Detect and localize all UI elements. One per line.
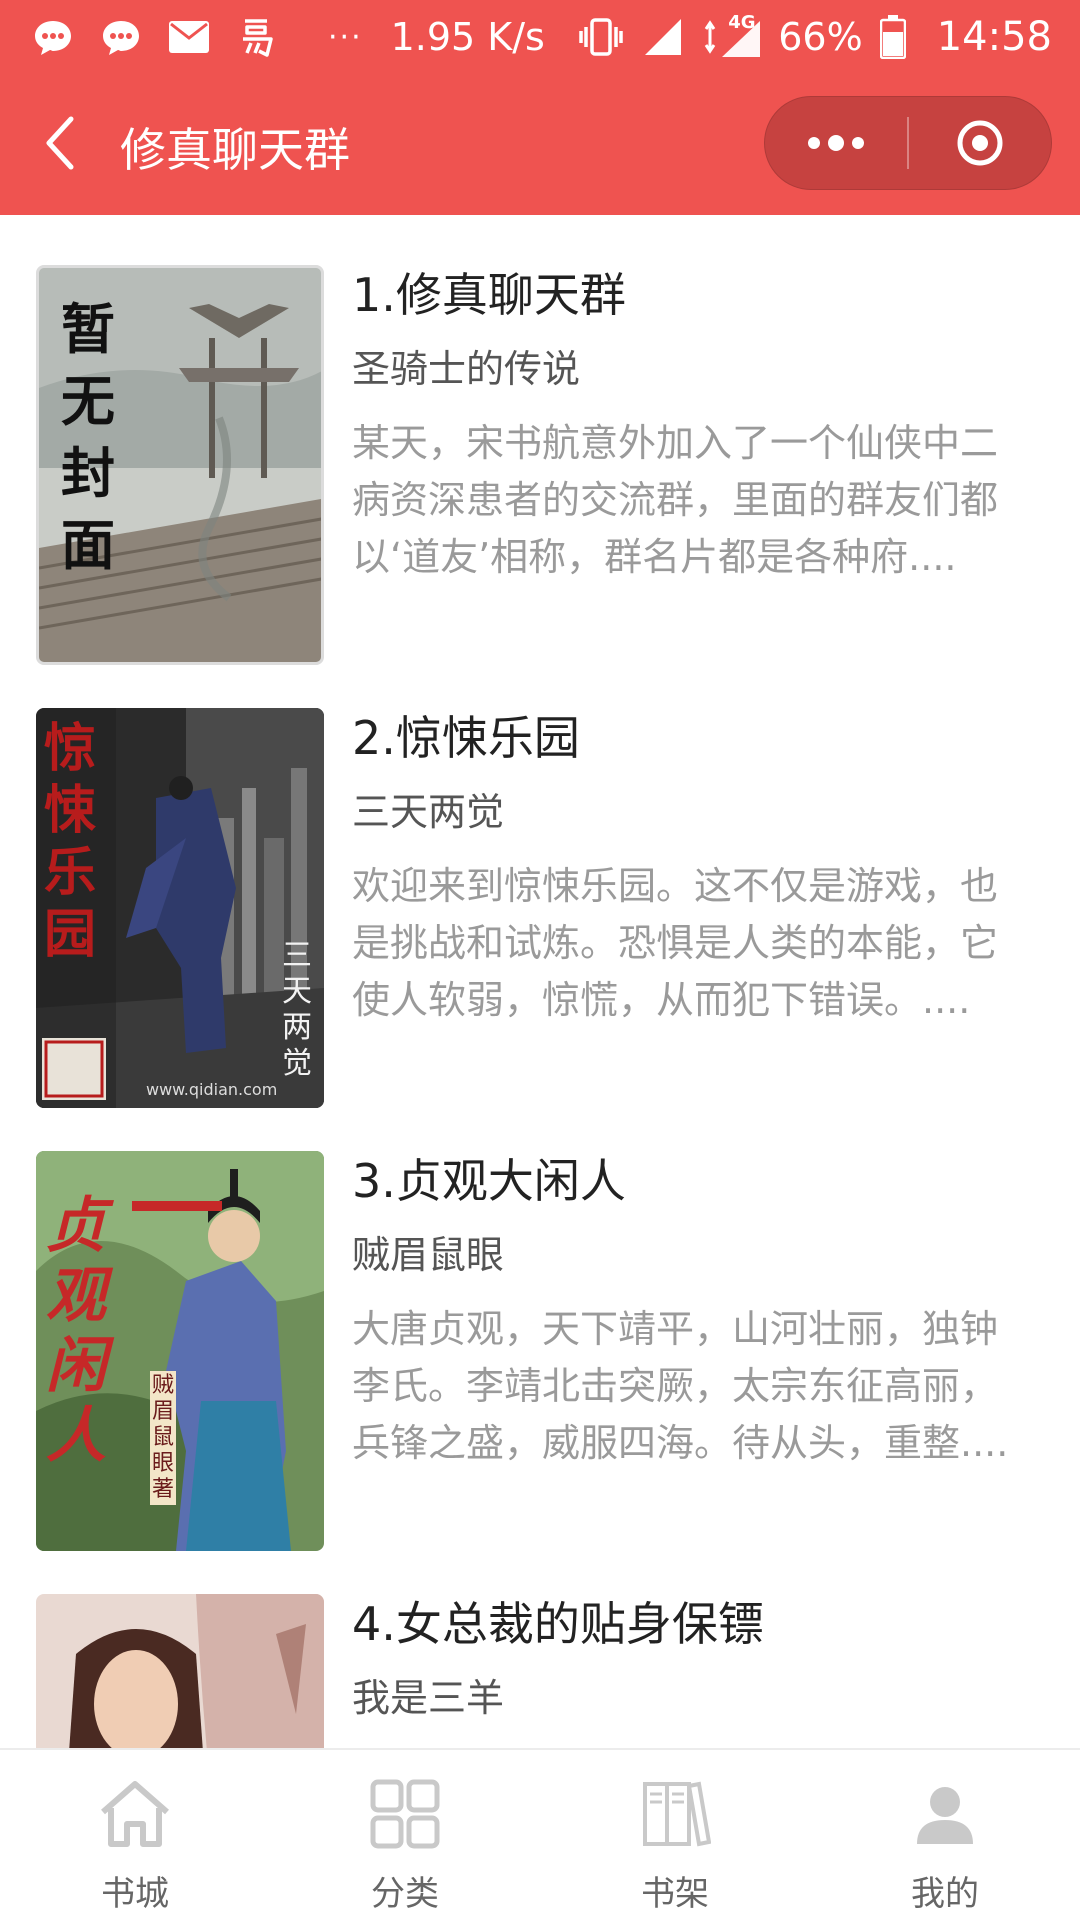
home-icon <box>97 1776 173 1852</box>
book-author: 贼眉鼠眼 <box>352 1233 505 1277</box>
network-type-signal-icon: 4G <box>702 12 762 60</box>
chevron-left-icon <box>46 116 74 170</box>
close-button[interactable] <box>909 96 1051 190</box>
mini-program-capsule <box>764 96 1052 190</box>
book-description: 大唐贞观，天下靖平，山河壮丽，独钟李氏。李靖北击突厥，太宗东征高丽，兵锋之盛，威… <box>352 1307 1009 1465</box>
nav-bar: 修真聊天群 <box>0 80 1080 215</box>
book-cover[interactable]: 贞观闲人 贼眉鼠眼著 <box>36 1151 324 1551</box>
network-type-label: 4G <box>728 12 756 33</box>
book-cover[interactable] <box>36 1594 324 1750</box>
book-author: 我是三羊 <box>352 1676 505 1720</box>
book-cover[interactable]: 暂无封面 <box>36 265 324 665</box>
chat-bubble-icon <box>30 14 76 60</box>
book-description: 欢迎来到惊悚乐园。这不仅是游戏，也是挑战和试炼。恐惧是人类的本能，它使人软弱，惊… <box>352 864 999 1022</box>
cover-title-text: 贞观闲人 <box>46 1191 106 1471</box>
book-info: 4.女总裁的贴身保镖 我是三羊 <box>352 1592 1032 1750</box>
battery-icon <box>879 14 907 60</box>
tab-category[interactable]: 分类 <box>270 1750 540 1920</box>
back-button[interactable] <box>30 108 90 178</box>
book-info: 3.贞观大闲人 贼眉鼠眼 大唐贞观，天下靖平，山河壮丽，独钟李氏。李靖北击突厥，… <box>352 1149 1032 1529</box>
chat-bubble-icon <box>98 14 144 60</box>
cover-author-text: 贼眉鼠眼著 <box>150 1371 176 1505</box>
header: ··· 1.95 K/s 4G 66% 14:58 修真聊天群 <box>0 0 1080 215</box>
user-icon <box>907 1776 983 1852</box>
cover-placeholder-text: 暂无封面 <box>61 298 115 577</box>
tab-label: 分类 <box>371 1874 439 1914</box>
book-list: 暂无封面 1.修真聊天群 圣骑士的传说 某天，宋书航意外加入了一个仙侠中二病资深… <box>0 215 1080 1750</box>
status-left: ··· 1.95 K/s <box>30 12 545 62</box>
book-author: 三天两觉 <box>352 790 505 834</box>
clock: 14:58 <box>936 14 1052 60</box>
tab-label: 我的 <box>911 1874 979 1914</box>
vibrate-icon <box>578 14 624 60</box>
app-icon <box>234 14 280 60</box>
cover-title-text: 惊悚乐园 <box>44 719 97 965</box>
more-dots-icon <box>808 135 864 151</box>
more-button[interactable] <box>765 96 907 190</box>
book-item[interactable]: 惊悚乐园 三天两觉 www.qidian.com 2.惊悚乐园 三天两觉 欢迎来… <box>0 658 1080 1108</box>
book-info: 1.修真聊天群 圣骑士的传说 某天，宋书航意外加入了一个仙侠中二病资深患者的交流… <box>352 263 1032 643</box>
book-item[interactable]: 贞观闲人 贼眉鼠眼著 3.贞观大闲人 贼眉鼠眼 大唐贞观，天下靖平，山河壮丽，独… <box>0 1101 1080 1551</box>
tab-label: 书城 <box>101 1874 169 1914</box>
tab-bookshelf[interactable]: 书架 <box>540 1750 810 1920</box>
book-item[interactable]: 4.女总裁的贴身保镖 我是三羊 <box>0 1544 1080 1750</box>
status-bar: ··· 1.95 K/s 4G 66% 14:58 <box>0 0 1080 75</box>
grid-icon <box>367 1776 443 1852</box>
page-title: 修真聊天群 <box>120 123 350 177</box>
bookshelf-icon <box>637 1776 713 1852</box>
bottom-tab-bar: 书城 分类 书架 我的 <box>0 1748 1080 1920</box>
book-title[interactable]: 4.女总裁的贴身保镖 <box>352 1592 1032 1656</box>
cover-author-text: 三天两觉 <box>282 938 312 1081</box>
more-notifications-indicator: ··· <box>328 19 363 55</box>
book-title[interactable]: 1.修真聊天群 <box>352 263 1032 327</box>
book-cover[interactable]: 惊悚乐园 三天两觉 www.qidian.com <box>36 708 324 1108</box>
tab-bookstore[interactable]: 书城 <box>0 1750 270 1920</box>
book-description: 某天，宋书航意外加入了一个仙侠中二病资深患者的交流群，里面的群友们都以‘道友’相… <box>352 421 999 579</box>
book-info: 2.惊悚乐园 三天两觉 欢迎来到惊悚乐园。这不仅是游戏，也是挑战和试炼。恐惧是人… <box>352 706 1032 1086</box>
book-author: 圣骑士的传说 <box>352 347 581 391</box>
network-speed: 1.95 K/s <box>390 15 545 59</box>
target-close-icon <box>957 120 1003 166</box>
book-title[interactable]: 2.惊悚乐园 <box>352 706 1032 770</box>
book-title[interactable]: 3.贞观大闲人 <box>352 1149 1032 1213</box>
battery-percentage: 66% <box>778 15 863 59</box>
signal-icon <box>640 14 686 60</box>
status-right: 4G 66% 14:58 <box>578 12 1052 62</box>
mail-icon <box>166 14 212 60</box>
cover-url-text: www.qidian.com <box>146 1080 278 1099</box>
book-item[interactable]: 暂无封面 1.修真聊天群 圣骑士的传说 某天，宋书航意外加入了一个仙侠中二病资深… <box>0 215 1080 665</box>
tab-mine[interactable]: 我的 <box>810 1750 1080 1920</box>
tab-label: 书架 <box>641 1874 709 1914</box>
